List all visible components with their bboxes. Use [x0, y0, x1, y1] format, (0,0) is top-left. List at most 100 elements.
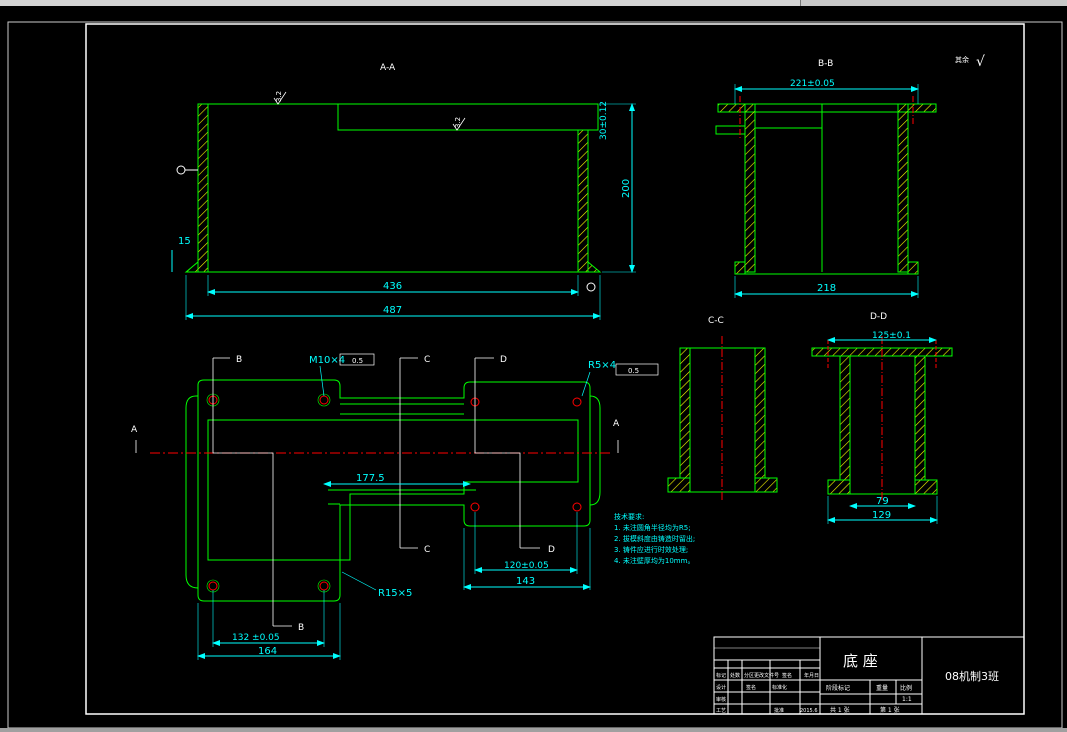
tolerance-r5: 0.5 — [628, 367, 639, 375]
cc-left-foot — [667, 477, 691, 493]
view-aa-title: A-A — [380, 63, 396, 73]
tb-header-cell: 更改文件号 — [754, 672, 779, 679]
class-name: 08机制3班 — [945, 669, 999, 683]
tb-header-cell: 处数 — [730, 672, 740, 679]
hole — [572, 502, 582, 512]
dd-right-wall — [914, 355, 926, 481]
leader — [341, 571, 377, 591]
leader — [319, 365, 325, 397]
aa-right-wall — [577, 129, 589, 273]
dim-120: 120±0.05 — [504, 561, 549, 571]
dim-177: 177.5 — [356, 473, 385, 484]
dd-right-foot — [914, 479, 938, 495]
tb-header-cell: 签名 — [782, 672, 792, 679]
cut-line-b — [212, 358, 274, 626]
callout-r15: R15×5 — [378, 588, 412, 599]
bb-flange-hatch — [717, 103, 746, 113]
note-line: 4. 未注壁厚均为10mm。 — [614, 556, 694, 565]
view-plan: B B C C D D A A M10×4 0.5 R5×4 0.5 R15×5… — [131, 353, 659, 660]
sheet-total: 共 1 张 — [830, 706, 850, 714]
tb-cell: 工艺 — [716, 708, 726, 714]
surface-mark-label: 其余 — [955, 55, 969, 64]
title-block: 底 座 08机制3班 阶段标记 重量 比例 1:1 共 1 张 第 1 张 标记… — [713, 636, 1025, 715]
view-bb: B-B 221±0.05 218 — [715, 59, 937, 298]
bb-boss — [715, 125, 746, 135]
callout-r5: R5×4 — [588, 360, 616, 371]
dim-132: 132 ±0.05 — [232, 633, 280, 643]
aa-left-wall — [197, 103, 209, 273]
plan-outline-2 — [185, 395, 199, 589]
cut-label-b: B — [236, 355, 242, 365]
tb-cell: 批准 — [774, 707, 784, 714]
datum-circle-icon — [176, 165, 186, 175]
dim-221: 221±0.05 — [790, 79, 835, 89]
dim-164: 164 — [258, 646, 277, 657]
cut-line-d — [474, 358, 521, 548]
hole — [572, 397, 582, 407]
sheet-number: 第 1 张 — [880, 706, 900, 714]
dim-15: 15 — [178, 236, 191, 247]
aa-outline — [197, 103, 599, 272]
bb-left-foot — [734, 261, 746, 275]
bb-right-foot — [907, 261, 919, 275]
roughness-mark-2: 3.2 — [454, 117, 462, 128]
tb-date: 2015.6 — [800, 708, 818, 714]
view-dd-title: D-D — [870, 312, 887, 322]
cc-right-foot — [754, 477, 778, 493]
part-name: 底 座 — [843, 652, 878, 670]
plan-outline-3 — [589, 395, 601, 506]
tb-cell: 审核 — [716, 696, 726, 703]
cut-label-c: C — [424, 545, 430, 555]
cad-drawing-canvas[interactable]: A-A 436 487 200 30±0.12 15 3.2 3.2 B-B 2… — [0, 6, 1067, 732]
aa-right-foot — [587, 260, 602, 273]
note-line: 3. 铸件应进行时效处理; — [614, 545, 688, 554]
tb-header-cell: 年月日 — [804, 672, 819, 679]
bb-right-wall — [897, 103, 909, 273]
cut-label-b: B — [298, 623, 304, 633]
dd-left-wall — [839, 355, 851, 481]
dim-487: 487 — [383, 305, 402, 316]
tb-cell: 设计 — [716, 684, 726, 691]
view-cc: C-C — [667, 316, 778, 500]
cut-label-c: C — [424, 355, 430, 365]
cut-label-a: A — [131, 425, 138, 435]
tb-header-cell: 分区 — [744, 672, 754, 679]
plan-inner-2 — [340, 403, 464, 415]
cut-label-d: D — [548, 545, 555, 555]
dd-left-foot — [827, 479, 851, 495]
dim-30: 30±0.12 — [599, 101, 609, 140]
note-line: 1. 未注圆角半径均为R5; — [614, 523, 691, 532]
tb-header-cell: 阶段标记 — [826, 684, 850, 692]
cc-right-wall — [754, 347, 766, 479]
view-cc-title: C-C — [708, 316, 724, 326]
aa-left-foot — [184, 260, 199, 273]
bb-flange-hatch — [907, 103, 937, 113]
dim-129: 129 — [872, 510, 891, 521]
tolerance-m10: 0.5 — [352, 357, 363, 365]
tb-header-cell: 标记 — [716, 672, 726, 679]
view-aa: A-A 436 487 200 30±0.12 15 3.2 3.2 — [171, 63, 636, 320]
tb-cell: 标准化 — [772, 684, 787, 691]
cut-label-d: D — [500, 355, 507, 365]
border-frame — [85, 23, 1025, 715]
tb-cell: 签名 — [746, 684, 756, 691]
hole — [470, 502, 480, 512]
technical-notes: 技术要求: 1. 未注圆角半径均为R5; 2. 拔模斜度由铸造时留出; 3. 铸… — [614, 512, 695, 565]
tb-header-cell: 比例 — [900, 684, 912, 692]
dim-436: 436 — [383, 281, 402, 292]
notes-title: 技术要求: — [614, 512, 644, 521]
dim-125: 125±0.1 — [872, 331, 911, 341]
bb-left-wall — [744, 103, 756, 273]
note-line: 2. 拔模斜度由铸造时留出; — [614, 534, 695, 543]
surface-mark-symbol: √ — [976, 54, 985, 70]
view-dd: D-D 125±0.1 79 129 — [811, 312, 953, 524]
cut-label-a: A — [613, 419, 620, 429]
dim-79: 79 — [876, 496, 889, 507]
dim-143: 143 — [516, 576, 535, 587]
dim-218: 218 — [817, 283, 836, 294]
tb-header-cell: 重量 — [876, 684, 888, 692]
scale-value: 1:1 — [902, 696, 912, 703]
roughness-mark-1: 3.2 — [275, 91, 283, 102]
cc-left-wall — [679, 347, 691, 479]
datum-circle-icon — [586, 282, 596, 292]
